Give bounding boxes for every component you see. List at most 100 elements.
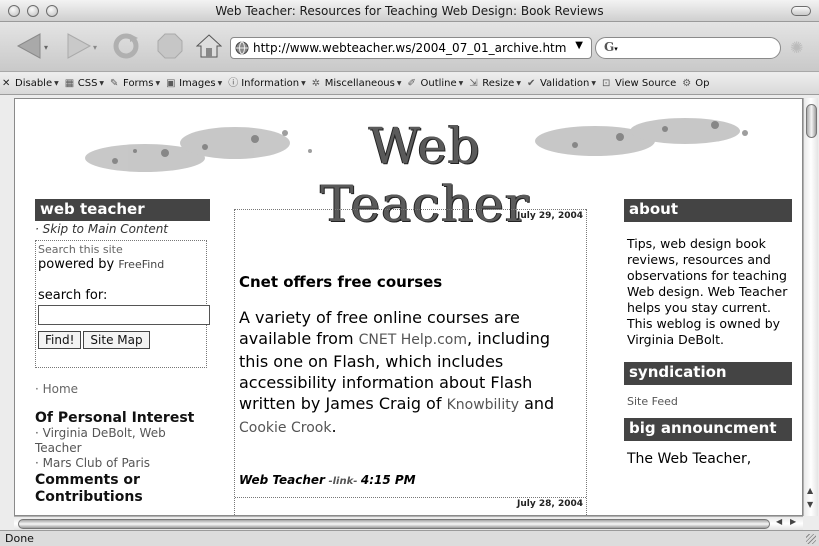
freefind-link[interactable]: FreeFind	[118, 258, 164, 271]
search-site-label: Search this site	[38, 243, 123, 256]
images-icon: ▣	[166, 78, 176, 89]
scroll-right-arrow-icon[interactable]: ▶	[790, 517, 796, 526]
devbar-view-source[interactable]: ⊡ View Source	[602, 78, 676, 89]
devbar-options[interactable]: ⚙ Op	[682, 78, 709, 89]
devbar-images[interactable]: ▣ Images ▼	[166, 78, 222, 89]
mars-club-link[interactable]: · Mars Club of Paris	[35, 456, 210, 471]
view-source-icon: ⊡	[601, 78, 611, 89]
forward-button[interactable]: ▾	[62, 32, 102, 60]
miscellaneous-icon: ✲	[311, 78, 321, 89]
search-for-label: search for:	[38, 288, 108, 303]
post-date: July 29, 2004	[235, 209, 586, 223]
scroll-up-arrow-icon[interactable]: ▲	[807, 486, 813, 495]
devbar-label: Forms	[123, 78, 154, 89]
horizontal-scrollbar[interactable]: ◀ ▶	[14, 516, 803, 530]
sidebar-heading: web teacher	[35, 199, 210, 221]
post-text: .	[331, 417, 337, 436]
status-bar: Done	[0, 530, 819, 546]
information-icon: ⓘ	[228, 78, 239, 89]
announcement-heading: big announcment	[624, 418, 792, 441]
devbar-forms[interactable]: ✎ Forms ▼	[110, 78, 160, 89]
search-field[interactable]: G▾	[595, 37, 781, 59]
stop-icon	[157, 33, 183, 59]
home-button[interactable]	[196, 32, 222, 60]
comments-heading: Comments or Contributions	[35, 472, 143, 505]
cnet-link[interactable]: CNET Help.com	[359, 332, 467, 348]
devbar-outline[interactable]: ✐ Outline ▼	[407, 78, 463, 89]
page-viewport: Web Teacher web teacher · Skip to Main C…	[14, 98, 803, 516]
reload-icon	[113, 33, 139, 59]
devbar-disable[interactable]: ✕ Disable ▼	[2, 78, 59, 89]
vertical-scrollbar[interactable]: ▲ ▼	[803, 98, 818, 516]
forms-icon: ✎	[110, 78, 119, 89]
devbar-label: Validation	[539, 78, 590, 89]
about-text: Tips, web design book reviews, resources…	[627, 236, 788, 347]
post-date: July 28, 2004	[235, 497, 586, 511]
site-search-input[interactable]	[38, 305, 210, 325]
scroll-left-arrow-icon[interactable]: ◀	[776, 517, 782, 526]
permalink-link[interactable]: -link-	[325, 476, 361, 487]
home-link[interactable]: · Home	[35, 382, 210, 396]
globe-icon	[235, 41, 249, 55]
byline-time: 4:15 PM	[360, 473, 416, 487]
svg-text:▾: ▾	[93, 43, 97, 52]
site-search-box: Search this site powered by FreeFind sea…	[35, 240, 210, 368]
post-text: and	[518, 394, 555, 413]
window-title: Web Teacher: Resources for Teaching Web …	[215, 4, 604, 18]
home-icon	[196, 34, 222, 58]
devbar-validation[interactable]: ✔ Validation ▼	[527, 78, 596, 89]
throbber-icon: ✺	[790, 38, 804, 57]
forward-arrow-icon: ▾	[67, 33, 97, 59]
resize-grip-icon[interactable]	[806, 534, 816, 544]
url-dropdown-icon[interactable]: ▼	[575, 40, 583, 51]
search-engine-icon[interactable]: G	[604, 40, 614, 54]
devbar-miscellaneous[interactable]: ✲ Miscellaneous ▼	[312, 78, 402, 89]
powered-by-text: powered by	[38, 257, 115, 272]
syndication-heading: syndication	[624, 362, 792, 385]
reload-button[interactable]	[112, 32, 140, 60]
stop-button[interactable]	[156, 32, 184, 60]
toolbar-toggle-button[interactable]	[791, 6, 811, 16]
devbar-label: Disable	[15, 78, 53, 89]
address-bar[interactable]: http://www.webteacher.ws/2004_07_01_arch…	[230, 37, 592, 59]
options-icon: ⚙	[682, 78, 692, 89]
right-sidebar: about Tips, web design book reviews, res…	[624, 199, 792, 467]
find-button[interactable]: Find!	[38, 331, 82, 349]
about-heading: about	[624, 199, 792, 222]
post-byline: Web Teacher -link- 4:15 PM	[239, 473, 586, 487]
svg-text:▾: ▾	[44, 43, 48, 52]
url-text: http://www.webteacher.ws/2004_07_01_arch…	[253, 41, 567, 55]
devbar-label: Information	[241, 78, 300, 89]
byline-author: Web Teacher	[239, 473, 325, 487]
devbar-label: Op	[695, 78, 710, 89]
devbar-label: Outline	[420, 78, 457, 89]
site-banner: Web Teacher	[75, 103, 775, 233]
validation-icon: ✔	[526, 78, 536, 89]
post-title: Cnet offers free courses	[239, 273, 443, 291]
devbar-label: Miscellaneous	[324, 78, 395, 89]
resize-icon: ⇲	[469, 78, 478, 89]
horizontal-scroll-thumb[interactable]	[18, 519, 770, 529]
virginia-debolt-link[interactable]: · Virginia DeBolt, Web Teacher	[35, 426, 210, 456]
outline-icon: ✐	[407, 78, 416, 89]
main-content: July 29, 2004 Cnet offers free courses A…	[234, 209, 587, 515]
scroll-down-arrow-icon[interactable]: ▼	[807, 500, 813, 509]
announcement-text: The Web Teacher,	[627, 451, 752, 467]
site-feed-link[interactable]: Site Feed	[627, 395, 792, 408]
site-map-button[interactable]: Site Map	[83, 331, 150, 349]
cookie-crook-link[interactable]: Cookie Crook	[239, 420, 331, 436]
devbar-css[interactable]: ▦ CSS ▼	[65, 78, 104, 89]
devbar-information[interactable]: ⓘ Information ▼	[228, 78, 306, 89]
devbar-label: Images	[179, 78, 216, 89]
window-titlebar: Web Teacher: Resources for Teaching Web …	[0, 0, 819, 22]
vertical-scroll-thumb[interactable]	[806, 104, 817, 138]
devbar-label: View Source	[614, 78, 677, 89]
powered-by-label: powered by FreeFind	[38, 257, 204, 272]
skip-to-content-link[interactable]: · Skip to Main Content	[35, 222, 210, 236]
devbar-label: Resize	[482, 78, 515, 89]
back-arrow-icon: ▾	[16, 33, 48, 59]
back-button[interactable]: ▾	[14, 32, 54, 60]
navigation-toolbar: ▾ ▾ http://www.webteacher.ws/2004_07_01_…	[0, 22, 819, 72]
devbar-resize[interactable]: ⇲ Resize ▼	[469, 78, 521, 89]
knowbility-link[interactable]: Knowbility	[447, 397, 519, 413]
